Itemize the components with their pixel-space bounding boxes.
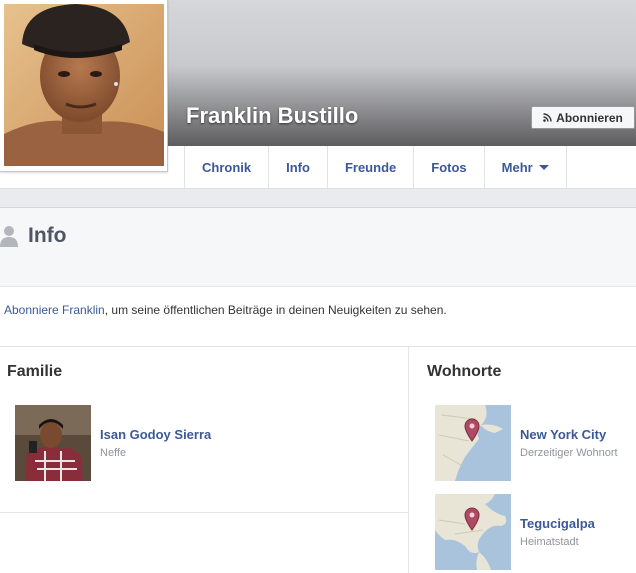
tab-fotos[interactable]: Fotos — [414, 146, 485, 188]
place-name[interactable]: Tegucigalpa — [520, 516, 595, 531]
subscribe-link[interactable]: Abonniere Franklin — [4, 303, 105, 317]
family-member-photo[interactable] — [15, 405, 91, 481]
subscribe-prompt-text: , um seine öffentlichen Beiträge in dein… — [104, 303, 447, 317]
profile-tabs: Chronik Info Freunde Fotos Mehr — [184, 146, 567, 188]
place-type: Heimatstadt — [520, 536, 579, 548]
tab-mehr-label: Mehr — [501, 159, 533, 175]
subscribe-prompt: Abonniere Franklin, um seine öffentliche… — [4, 303, 447, 317]
person-icon — [0, 226, 18, 247]
tab-mehr[interactable]: Mehr — [485, 146, 567, 188]
tab-info[interactable]: Info — [269, 146, 328, 188]
subscribe-button[interactable]: Abonnieren — [531, 106, 635, 129]
place-type: Derzeitiger Wohnort — [520, 447, 618, 459]
page-title: Info — [28, 224, 67, 247]
rss-icon — [543, 113, 552, 122]
places-heading: Wohnorte — [427, 363, 502, 380]
divider — [0, 346, 636, 347]
family-member-relation: Neffe — [100, 447, 127, 459]
family-heading: Familie — [7, 363, 63, 380]
place-name[interactable]: New York City — [520, 427, 606, 442]
map-thumbnail[interactable] — [435, 494, 511, 570]
subscribe-label: Abonnieren — [556, 110, 623, 125]
column-divider — [408, 347, 409, 573]
caret-down-icon — [538, 164, 549, 170]
profile-photo — [4, 4, 164, 166]
info-header: Info — [0, 207, 636, 287]
tab-chronik[interactable]: Chronik — [185, 146, 270, 188]
tab-freunde[interactable]: Freunde — [328, 146, 415, 188]
profile-picture[interactable] — [0, 0, 168, 172]
page-gutter — [0, 189, 636, 207]
profile-name[interactable]: Franklin Bustillo — [186, 103, 358, 129]
map-thumbnail[interactable] — [435, 405, 511, 481]
divider — [0, 512, 408, 513]
family-member-name[interactable]: Isan Godoy Sierra — [100, 427, 211, 442]
